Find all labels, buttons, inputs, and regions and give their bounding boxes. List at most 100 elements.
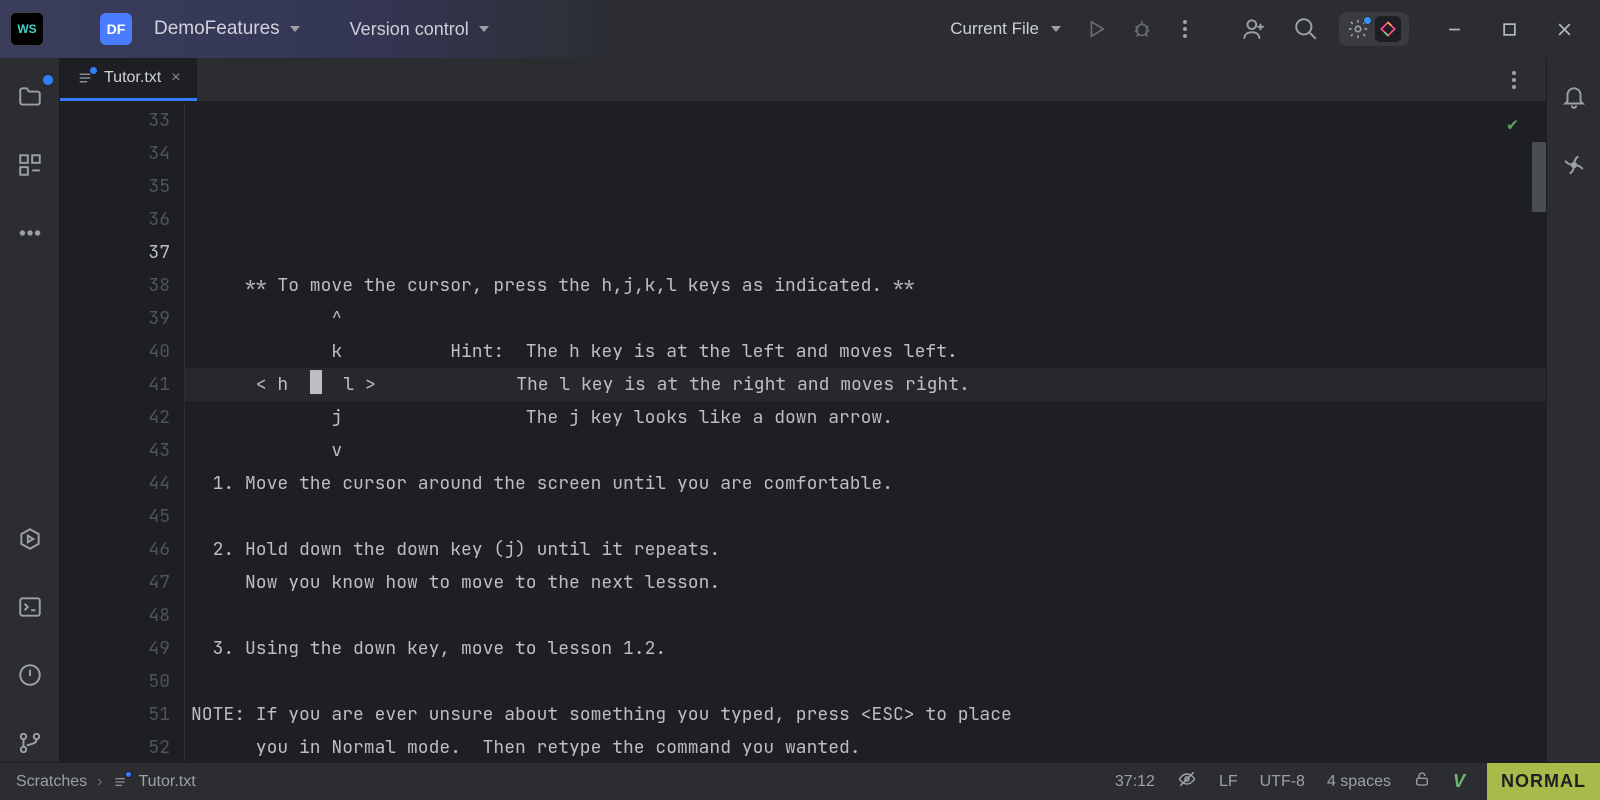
folder-icon [17, 84, 43, 110]
vim-mode-badge: NORMAL [1487, 763, 1600, 800]
ai-side-button[interactable] [1555, 146, 1593, 184]
code-line [185, 665, 1546, 698]
code-line [185, 599, 1546, 632]
play-icon [1085, 18, 1107, 40]
readonly-lock[interactable] [1413, 770, 1431, 793]
line-gutter: 3334353637383940414243444546474849505152 [60, 102, 184, 762]
scrollbar-thumb[interactable] [1532, 142, 1546, 212]
version-control-menu[interactable]: Version control [318, 13, 495, 46]
app-icon: WS [10, 12, 44, 46]
code-line: ** To move the cursor, press the h,j,k,l… [185, 269, 1546, 302]
more-horizontal-icon [17, 220, 43, 246]
code-line: 2. Hold down the down key (j) until it r… [185, 533, 1546, 566]
structure-tool-button[interactable] [11, 146, 49, 184]
scrollbar-track[interactable] [1532, 102, 1546, 762]
code-line: 3. Using the down key, move to lesson 1.… [185, 632, 1546, 665]
vim-plugin-indicator[interactable]: V [1453, 771, 1465, 792]
window-close-button[interactable] [1551, 16, 1578, 43]
breadcrumb-root[interactable]: Scratches [16, 773, 87, 791]
chevron-down-icon [1051, 26, 1061, 32]
file-encoding[interactable]: UTF-8 [1260, 773, 1305, 791]
editor-tab-bar: Tutor.txt × [60, 58, 1546, 102]
chevron-down-icon [479, 26, 489, 32]
window-maximize-button[interactable] [1496, 16, 1523, 43]
code-line: NOTE: If you are ever unsure about somet… [185, 698, 1546, 731]
play-hex-icon [17, 526, 43, 552]
version-control-label: Version control [350, 19, 469, 40]
maximize-icon [1502, 22, 1517, 37]
vim-cursor [310, 370, 322, 394]
editor-tab-active[interactable]: Tutor.txt × [60, 58, 197, 101]
alert-circle-icon [17, 662, 43, 688]
code-with-me-button[interactable] [1235, 10, 1273, 48]
debug-button[interactable] [1125, 12, 1159, 46]
code-line: k Hint: The h key is at the left and mov… [185, 335, 1546, 368]
vcs-tool-button[interactable] [11, 724, 49, 762]
code-line [185, 500, 1546, 533]
project-tool-button[interactable] [11, 78, 49, 116]
more-actions-button[interactable] [1171, 14, 1199, 44]
run-config-label: Current File [950, 19, 1039, 39]
spiral-icon [1561, 152, 1587, 178]
breadcrumbs[interactable]: Scratches › Tutor.txt [16, 773, 196, 791]
minimize-icon [1447, 22, 1462, 37]
eye-off-icon [1177, 769, 1197, 789]
status-bar: Scratches › Tutor.txt 37:12 LF UTF-8 4 s… [0, 762, 1600, 800]
bell-icon [1561, 84, 1587, 110]
services-tool-button[interactable] [11, 520, 49, 558]
project-selector[interactable]: DemoFeatures [144, 12, 306, 46]
file-icon [112, 774, 128, 790]
code-line: you in Normal mode. Then retype the comm… [185, 731, 1546, 762]
more-tools-button[interactable] [11, 214, 49, 252]
right-tool-rail [1546, 58, 1600, 762]
code-line: Now you know how to move to the next les… [185, 566, 1546, 599]
user-plus-icon [1241, 16, 1267, 42]
readonly-toggle[interactable] [1177, 769, 1197, 794]
chevron-right-icon: › [97, 773, 102, 791]
main-area: Tutor.txt × 3334353637383940414243444546… [0, 58, 1600, 762]
terminal-tool-button[interactable] [11, 588, 49, 626]
more-vertical-icon [1177, 20, 1193, 38]
window-minimize-button[interactable] [1441, 16, 1468, 43]
project-chip[interactable]: DF [100, 13, 132, 45]
code-line: ^ [185, 302, 1546, 335]
indent-settings[interactable]: 4 spaces [1327, 773, 1391, 791]
problems-tool-button[interactable] [11, 656, 49, 694]
caret-position[interactable]: 37:12 [1115, 773, 1155, 791]
title-bar: WS DF DemoFeatures Version control Curre… [0, 0, 1600, 58]
badge-dot [42, 74, 54, 86]
file-icon [76, 69, 94, 87]
close-icon [1557, 22, 1572, 37]
code-line [185, 236, 1546, 269]
code-line: j The j key looks like a down arrow. [185, 401, 1546, 434]
run-button[interactable] [1079, 12, 1113, 46]
update-dot-badge [1363, 16, 1372, 25]
tab-title: Tutor.txt [104, 69, 161, 87]
ai-assistant-icon [1375, 16, 1401, 42]
editor-column: Tutor.txt × 3334353637383940414243444546… [60, 58, 1546, 762]
main-menu-button[interactable] [56, 16, 84, 42]
tab-options-button[interactable] [1500, 65, 1528, 95]
notifications-button[interactable] [1555, 78, 1593, 116]
code-line: < h l > The l key is at the right and mo… [185, 368, 1546, 401]
search-icon [1293, 16, 1319, 42]
search-everywhere-button[interactable] [1287, 10, 1325, 48]
inspection-ok-icon[interactable]: ✔ [1507, 108, 1518, 141]
more-vertical-icon [1506, 71, 1522, 89]
bug-icon [1131, 18, 1153, 40]
tab-close-button[interactable]: × [171, 69, 180, 87]
line-separator[interactable]: LF [1219, 773, 1238, 791]
terminal-icon [17, 594, 43, 620]
settings-updates-button[interactable] [1339, 12, 1409, 46]
chevron-down-icon [290, 26, 300, 32]
left-tool-rail [0, 58, 60, 762]
editor-body[interactable]: 3334353637383940414243444546474849505152… [60, 102, 1546, 762]
git-branch-icon [17, 730, 43, 756]
run-config-selector[interactable]: Current File [944, 13, 1067, 45]
code-line: v [185, 434, 1546, 467]
code-line: 1. Move the cursor around the screen unt… [185, 467, 1546, 500]
structure-icon [17, 152, 43, 178]
code-area[interactable]: ✔ ** To move the cursor, press the h,j,k… [185, 102, 1546, 762]
unlock-icon [1413, 770, 1431, 788]
breadcrumb-file[interactable]: Tutor.txt [138, 773, 195, 791]
